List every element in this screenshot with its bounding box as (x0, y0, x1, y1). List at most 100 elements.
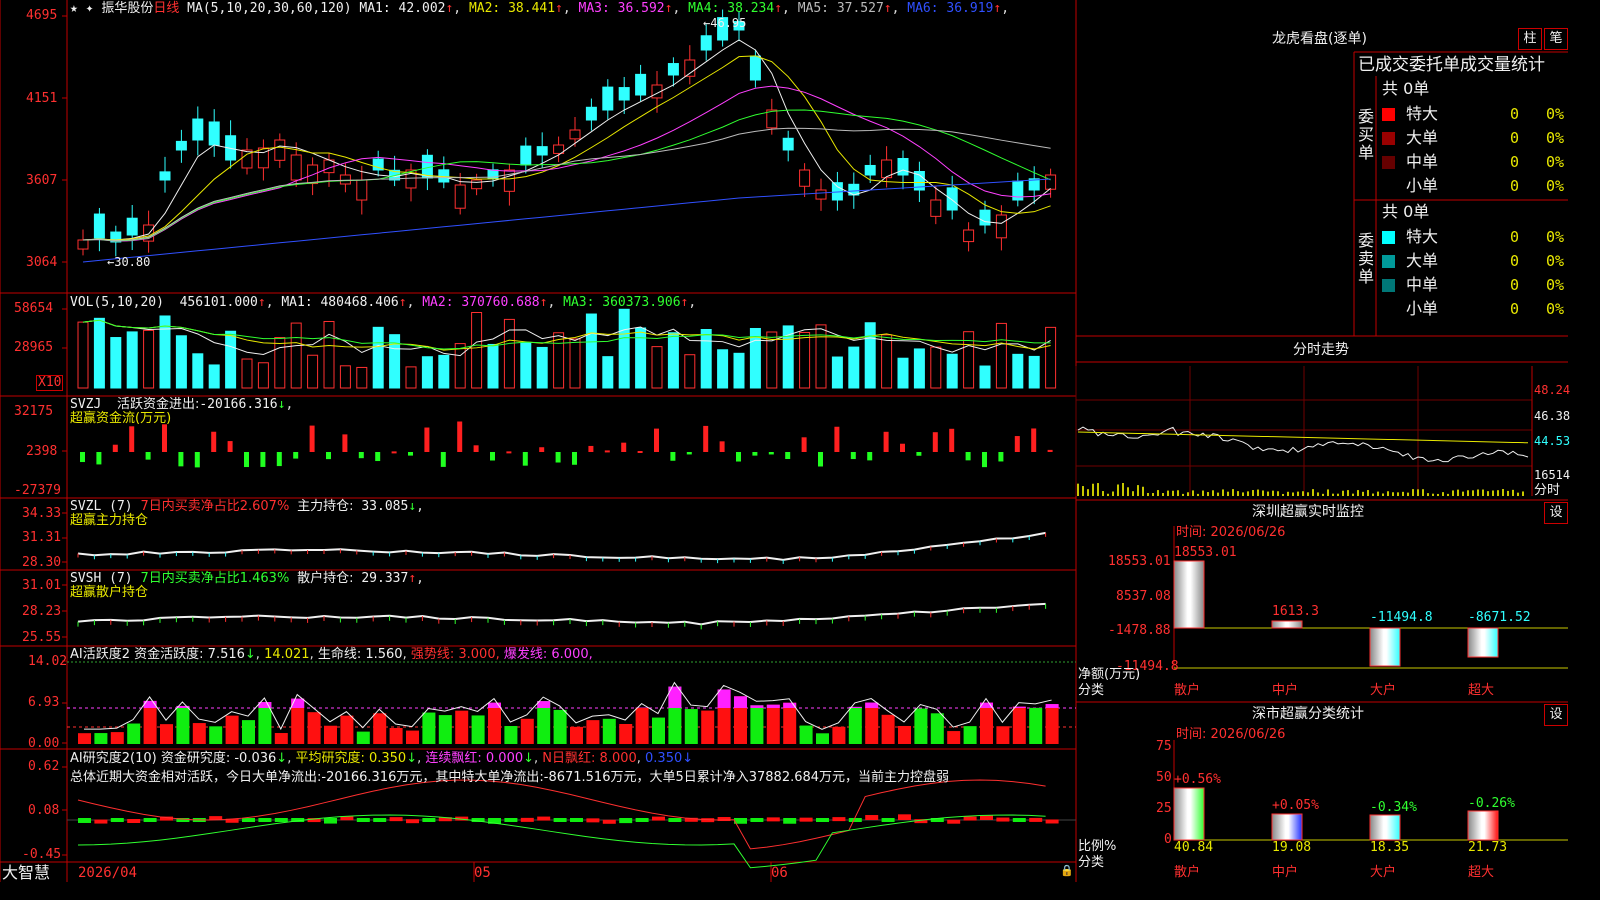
volume-bar (274, 337, 286, 389)
activity-bar (947, 731, 961, 744)
candle (454, 184, 466, 209)
research-bar (996, 817, 1010, 822)
legend-swatch (1382, 279, 1395, 292)
fs-title: 分时走势 (1293, 342, 1349, 358)
volume-bar (307, 354, 319, 389)
research-bar (1045, 819, 1059, 824)
research-bar (619, 818, 633, 824)
research-bar (668, 818, 682, 822)
chart-canvas[interactable] (0, 0, 1568, 882)
research-bar (1012, 818, 1026, 822)
flow-bar (408, 452, 413, 456)
candle (930, 199, 942, 217)
volume-bar (356, 366, 368, 389)
candle (159, 171, 171, 181)
research-bar (652, 816, 665, 821)
volume-bar (700, 329, 712, 389)
candle (569, 129, 581, 140)
flow-bar (654, 428, 659, 452)
flow-bar (998, 452, 1004, 462)
activity-bar (307, 712, 321, 744)
flow-bar (604, 450, 610, 453)
y-tick: 16514 (1534, 468, 1571, 482)
y-tick: 6.93 (28, 695, 60, 710)
category-label: 大户 (1370, 865, 1397, 880)
stock-name[interactable]: 振华股份 (101, 1, 153, 16)
research-bar (799, 817, 813, 822)
research-bar (274, 818, 288, 822)
candle (77, 239, 89, 250)
candle (618, 87, 630, 101)
vol-unit-button[interactable]: X10 (36, 375, 64, 391)
activity-bar (520, 718, 534, 744)
y-tick: 0.00 (28, 736, 60, 751)
flow-bar (670, 452, 676, 461)
activity-bar (209, 726, 223, 744)
szjk-settings-button[interactable]: 设 (1544, 502, 1568, 524)
flow-bar (260, 452, 266, 467)
flow-bar (145, 452, 151, 460)
ma6-line (82, 178, 1051, 263)
class-bar (1467, 810, 1499, 841)
activity-bar (799, 725, 813, 744)
fs-time-label: 分时 (1534, 483, 1561, 498)
flow-bar (1047, 449, 1053, 452)
flow-bar (162, 424, 167, 452)
tick-view-button[interactable]: 笔 (1544, 28, 1568, 50)
period-label[interactable]: 日线 (153, 1, 179, 16)
research-bar (242, 818, 255, 822)
lhb-row-label: 小单 (1406, 299, 1439, 318)
volume-bar (454, 343, 466, 389)
candle (471, 179, 483, 190)
activity-bar (930, 713, 944, 744)
legend-swatch (1382, 231, 1395, 244)
activity-bar (78, 733, 91, 744)
volume-bar (241, 358, 253, 389)
candle (438, 169, 450, 183)
flow-bar (621, 442, 627, 452)
volume-bar (77, 321, 89, 389)
volume-bar (93, 317, 105, 389)
volume-bar (438, 354, 450, 389)
bar-view-button[interactable]: 柱 (1518, 28, 1542, 50)
lock-icon[interactable]: 🔒 (1060, 864, 1074, 878)
flow-bar (244, 452, 249, 468)
flow-bar (818, 452, 823, 467)
lhb-row-label: 大单 (1406, 251, 1439, 270)
x-tick: 05 (474, 865, 491, 881)
lhb-row-label: 特大 (1406, 227, 1439, 246)
flow-bar (752, 452, 758, 456)
flow-bar (424, 427, 430, 452)
research-bar (389, 817, 403, 822)
y-tick: 3607 (26, 173, 58, 188)
research-bar (865, 815, 879, 820)
volume-bar (372, 326, 384, 389)
buy-side-label: 委买单 (1358, 107, 1375, 162)
flow-bar (375, 452, 381, 462)
szfl-settings-button[interactable]: 设 (1544, 704, 1568, 726)
y-tick: -0.45 (22, 847, 62, 862)
research-bar (406, 819, 419, 824)
category-label: 超大 (1468, 683, 1495, 698)
volume-bar (618, 308, 630, 389)
flow-bar (522, 452, 528, 466)
flow-bar (96, 452, 102, 465)
candle (995, 214, 1007, 239)
research-bar (258, 818, 272, 822)
bar-value-label: 18.35 (1370, 840, 1410, 855)
y-tick: 25 (1156, 801, 1172, 816)
szfl-class-label: 分类 (1078, 855, 1105, 870)
flow-bar (768, 452, 774, 455)
flow-bar (276, 452, 282, 467)
activity-bar (832, 726, 846, 744)
candle (667, 63, 679, 76)
activity-bar (553, 709, 567, 744)
volume-bar (290, 322, 302, 389)
candle (290, 154, 302, 181)
candle (307, 164, 319, 185)
svzl-header: SVZL (7) 7日内买卖净占比2.607% 主力持仓: 33.085↓, (70, 499, 424, 514)
flow-bar (309, 425, 315, 452)
lhb-row-label: 大单 (1406, 128, 1439, 147)
bar-value-label: 19.08 (1272, 840, 1312, 855)
volume-bar (995, 322, 1007, 389)
